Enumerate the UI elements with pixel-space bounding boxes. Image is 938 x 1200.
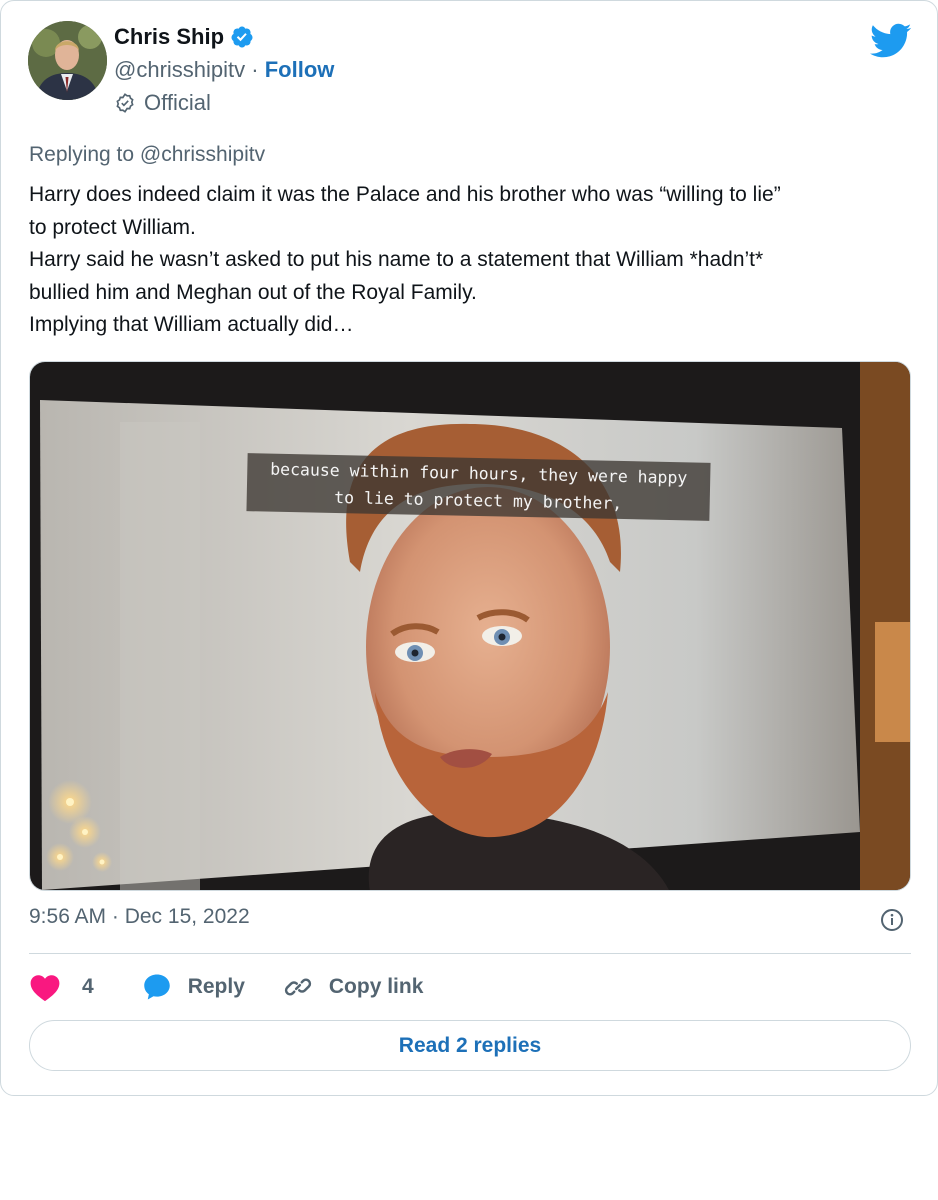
replying-to-prefix: Replying to: [29, 143, 135, 166]
tweet-text: Harry does indeed claim it was the Palac…: [29, 179, 909, 342]
like-count: 4: [82, 975, 94, 998]
separator-dot: ·: [251, 57, 259, 82]
copy-link-button[interactable]: Copy link: [283, 972, 424, 1002]
official-badge-icon: [116, 93, 134, 113]
follow-button[interactable]: Follow: [265, 57, 335, 82]
tweet-line: to protect William.: [29, 215, 196, 239]
reply-label: Reply: [187, 975, 245, 998]
author-display-name[interactable]: Chris Ship: [114, 24, 224, 50]
video-subtitle: because within four hours, they were hap…: [246, 453, 711, 521]
tweet-line: bullied him and Meghan out of the Royal …: [29, 280, 477, 304]
tweet-line: Implying that William actually did…: [29, 313, 354, 336]
tv-screen-photo: [30, 362, 910, 890]
replying-to: Replying to @chrisshipitv: [29, 143, 265, 167]
link-icon: [284, 978, 311, 996]
author-handle[interactable]: @chrisshipitv: [114, 57, 245, 82]
tweet-card: Chris Ship @chrisshipitv · Follow Offici…: [0, 0, 938, 1096]
official-label: Official: [144, 90, 211, 115]
tweet-photo[interactable]: because within four hours, they were hap…: [29, 361, 911, 891]
twitter-bird-icon[interactable]: [870, 23, 912, 59]
replying-to-handle[interactable]: @chrisshipitv: [140, 143, 265, 166]
copy-link-label: Copy link: [328, 975, 424, 998]
speech-bubble-icon: [143, 974, 170, 1000]
reply-button[interactable]: Reply: [142, 972, 245, 1002]
action-bar: 4 Reply Copy link: [29, 967, 423, 1007]
read-replies-button[interactable]: Read 2 replies: [29, 1020, 911, 1071]
heart-icon: [30, 975, 60, 1002]
like-button[interactable]: 4: [29, 972, 94, 1002]
avatar[interactable]: [28, 21, 107, 100]
info-icon[interactable]: [880, 908, 904, 932]
tweet-line: Harry said he wasn’t asked to put his na…: [29, 248, 764, 271]
tweet-line: Harry does indeed claim it was the Palac…: [29, 183, 781, 206]
tweet-timestamp[interactable]: 9:56 AM · Dec 15, 2022: [29, 905, 250, 929]
divider: [29, 953, 911, 954]
verified-badge-icon: [231, 26, 253, 48]
